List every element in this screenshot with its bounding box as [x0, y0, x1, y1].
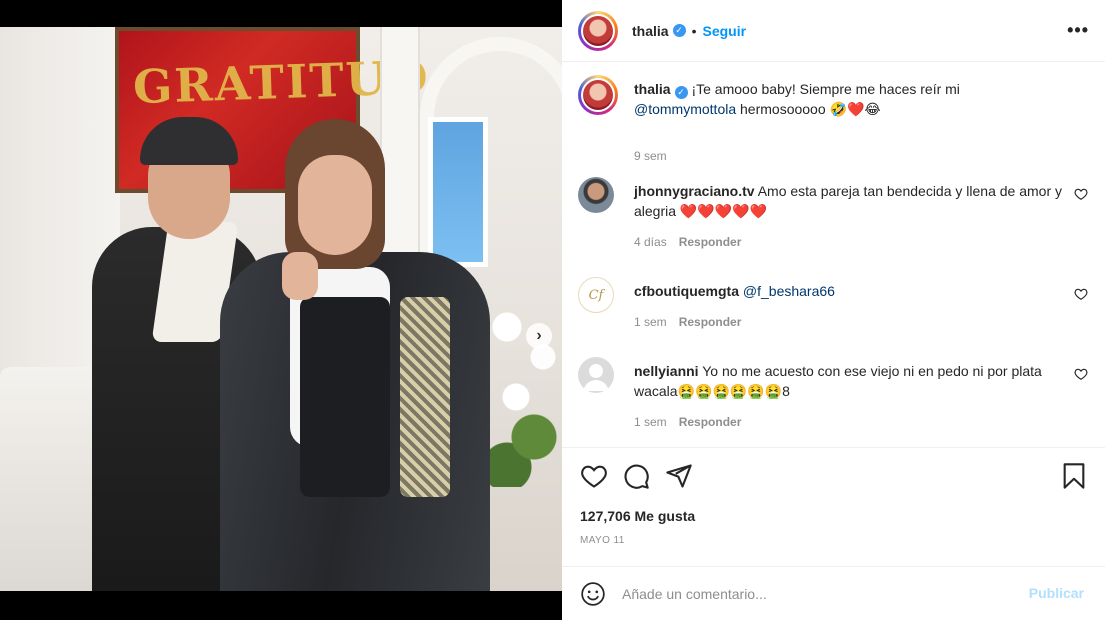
chevron-right-icon: ›: [536, 327, 542, 344]
like-comment-heart-icon[interactable]: [1074, 187, 1088, 201]
comment-time[interactable]: 1 sem: [634, 415, 667, 429]
commenter-avatar[interactable]: [578, 177, 614, 213]
caption-text-end: hermosooooo 🤣❤️😂: [740, 101, 881, 117]
photo-pane: GRATITUD ›: [0, 0, 562, 620]
default-avatar-icon: [583, 364, 609, 391]
comment-input[interactable]: [622, 585, 1002, 602]
like-comment-heart-icon[interactable]: [1074, 367, 1088, 381]
comment-username[interactable]: nellyianni: [634, 363, 699, 379]
comment-username[interactable]: jhonnygraciano.tv: [634, 183, 755, 199]
comment-time[interactable]: 4 días: [634, 235, 667, 249]
caption-avatar[interactable]: [578, 75, 618, 115]
comment-bubble-icon[interactable]: [622, 462, 650, 490]
commenter-avatar[interactable]: Cf: [578, 277, 614, 313]
caption-text: ¡Te amooo baby! Siempre me haces reír mi: [691, 81, 960, 97]
like-heart-icon[interactable]: [580, 462, 608, 490]
comment-time[interactable]: 1 sem: [634, 315, 667, 329]
follow-button[interactable]: Seguir: [702, 23, 746, 39]
publish-button[interactable]: Publicar: [1029, 585, 1084, 601]
verified-badge-icon: ✓: [672, 24, 686, 37]
photo-woman-face: [298, 155, 372, 255]
author-username[interactable]: thalia: [632, 23, 669, 39]
comment-username[interactable]: cfboutiquemgta: [634, 283, 739, 299]
post-header: thalia ✓ • Seguir •••: [562, 0, 1105, 62]
verified-badge-icon: ✓: [674, 86, 688, 99]
save-bookmark-icon[interactable]: [1060, 462, 1088, 490]
caption-username[interactable]: thalia: [634, 81, 671, 97]
comment-mention-link[interactable]: @f_beshara66: [743, 283, 835, 299]
photo-woman-vest: [300, 297, 390, 497]
caption-mention-link[interactable]: @tommymottola: [634, 101, 736, 117]
photo-flowers: [480, 287, 562, 487]
author-avatar-image: [583, 15, 613, 46]
share-paper-plane-icon[interactable]: [665, 462, 693, 490]
reply-button[interactable]: Responder: [679, 235, 742, 249]
author-avatar[interactable]: [578, 10, 618, 51]
commenter-logo: Cf: [588, 287, 604, 303]
emoji-smiley-icon[interactable]: [580, 581, 606, 607]
commenter-avatar[interactable]: [578, 357, 614, 393]
photo-woman-sequin-lapel: [400, 297, 450, 497]
like-comment-heart-icon[interactable]: [1074, 287, 1088, 301]
likes-count[interactable]: 127,706 Me gusta: [580, 508, 695, 524]
post-photo[interactable]: GRATITUD ›: [0, 27, 562, 591]
post-date[interactable]: MAYO 11: [580, 535, 625, 546]
comment-composer: Publicar: [562, 566, 1105, 620]
comments-list: thalia ✓ ¡Te amooo baby! Siempre me haces…: [562, 63, 1105, 447]
caption-time[interactable]: 9 sem: [634, 149, 667, 163]
header-separator: •: [691, 22, 697, 39]
more-options-icon[interactable]: •••: [1067, 20, 1089, 41]
reply-button[interactable]: Responder: [679, 415, 742, 429]
post-details-panel: thalia ✓ • Seguir ••• thalia ✓ ¡Te amooo …: [562, 0, 1105, 620]
photo-woman-hand: [282, 252, 318, 300]
carousel-next-button[interactable]: ›: [526, 323, 552, 349]
instagram-post-modal: GRATITUD › thalia ✓ • Seguir ••• thalia …: [0, 0, 1105, 620]
post-actions: 127,706 Me gusta MAYO 11: [562, 447, 1105, 577]
reply-button[interactable]: Responder: [679, 315, 742, 329]
photo-window: [428, 117, 488, 267]
